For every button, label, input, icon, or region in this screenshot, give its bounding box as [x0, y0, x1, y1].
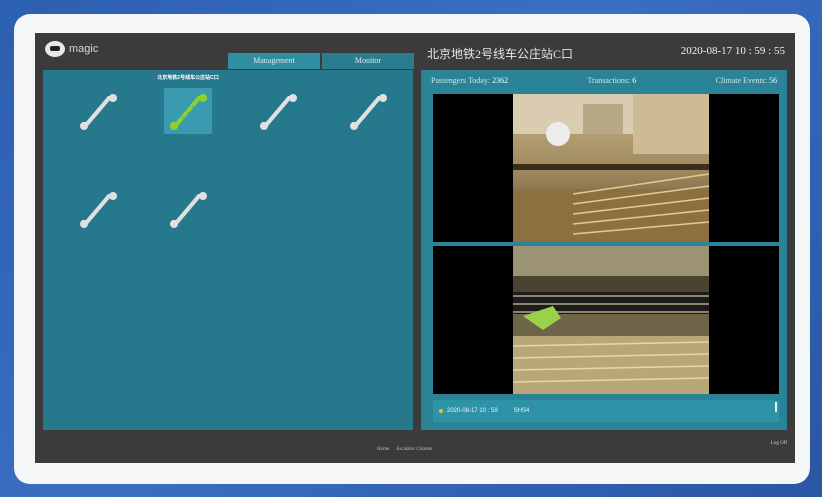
escalator-icon[interactable] — [164, 186, 212, 232]
app-window: magic Management Monitor 北京地铁2号线车公庄站C口 2… — [35, 33, 795, 463]
camera-feed-bottom[interactable] — [433, 246, 779, 394]
monitor-panel: Passengers Today: 2362 Transactions: 6 C… — [421, 70, 787, 430]
device-label — [143, 172, 233, 180]
page-title: 北京地铁2号线车公庄站C口 — [427, 47, 574, 61]
stat-label: Transactions: — [587, 76, 631, 85]
stat-value: 56 — [769, 76, 777, 85]
escalator-icon[interactable] — [164, 88, 212, 134]
timeline-timestamp: 2020-08-17 10 : 59 — [447, 408, 498, 414]
tab-management[interactable]: Management — [228, 53, 320, 69]
escalator-icon[interactable] — [344, 88, 392, 134]
clock: 2020-08-17 10 : 59 : 55 — [680, 45, 785, 57]
tab-bar: Management Monitor — [228, 53, 416, 69]
device-item[interactable] — [53, 74, 143, 134]
video-area — [433, 94, 779, 394]
stat-climate: Climate Events: 56 — [716, 76, 777, 85]
status-dot-icon — [439, 409, 443, 413]
device-label — [323, 74, 413, 82]
escalator-icon[interactable] — [74, 88, 122, 134]
stat-label: Passengers Today: — [431, 76, 491, 85]
camera-image-bottom — [513, 246, 709, 394]
stat-passengers: Passengers Today: 2362 — [431, 76, 508, 85]
camera-image-top — [513, 94, 709, 242]
camera-feed-top[interactable] — [433, 94, 779, 242]
device-label — [233, 74, 323, 82]
timeline-handle[interactable] — [775, 402, 777, 412]
stat-label: Climate Events: — [715, 76, 767, 85]
device-item[interactable]: 北京地铁2号线车公庄站C口 — [143, 74, 233, 134]
escalator-icon[interactable] — [74, 186, 122, 232]
timeline-code: SHS4 — [513, 408, 530, 414]
device-item[interactable] — [323, 74, 413, 134]
logo: magic — [45, 41, 98, 57]
device-item[interactable] — [143, 172, 233, 232]
device-item[interactable] — [233, 74, 323, 134]
device-label: 北京地铁2号线车公庄站C口 — [157, 75, 219, 81]
tab-monitor[interactable]: Monitor — [322, 53, 414, 69]
logoff-button[interactable]: Log Off — [771, 441, 787, 446]
logo-text: magic — [69, 43, 99, 55]
device-panel: 北京地铁2号线车公庄站C口 — [43, 70, 413, 430]
logo-icon — [45, 41, 65, 57]
device-label — [53, 74, 143, 82]
playback-timeline[interactable]: 2020-08-17 10 : 59 SHS4 — [433, 400, 779, 422]
footer-link-home[interactable]: Home — [377, 447, 389, 452]
stat-value: 2362 — [492, 76, 509, 85]
stat-transactions: Transactions: 6 — [587, 76, 636, 85]
device-label — [53, 172, 143, 180]
device-item[interactable] — [53, 172, 143, 232]
footer: Home Escalator Climate Log Off — [35, 439, 795, 463]
stats-bar: Passengers Today: 2362 Transactions: 6 C… — [431, 76, 777, 85]
escalator-icon[interactable] — [254, 88, 302, 134]
footer-link-climate[interactable]: Escalator Climate — [396, 447, 432, 452]
stat-value: 6 — [632, 76, 637, 85]
